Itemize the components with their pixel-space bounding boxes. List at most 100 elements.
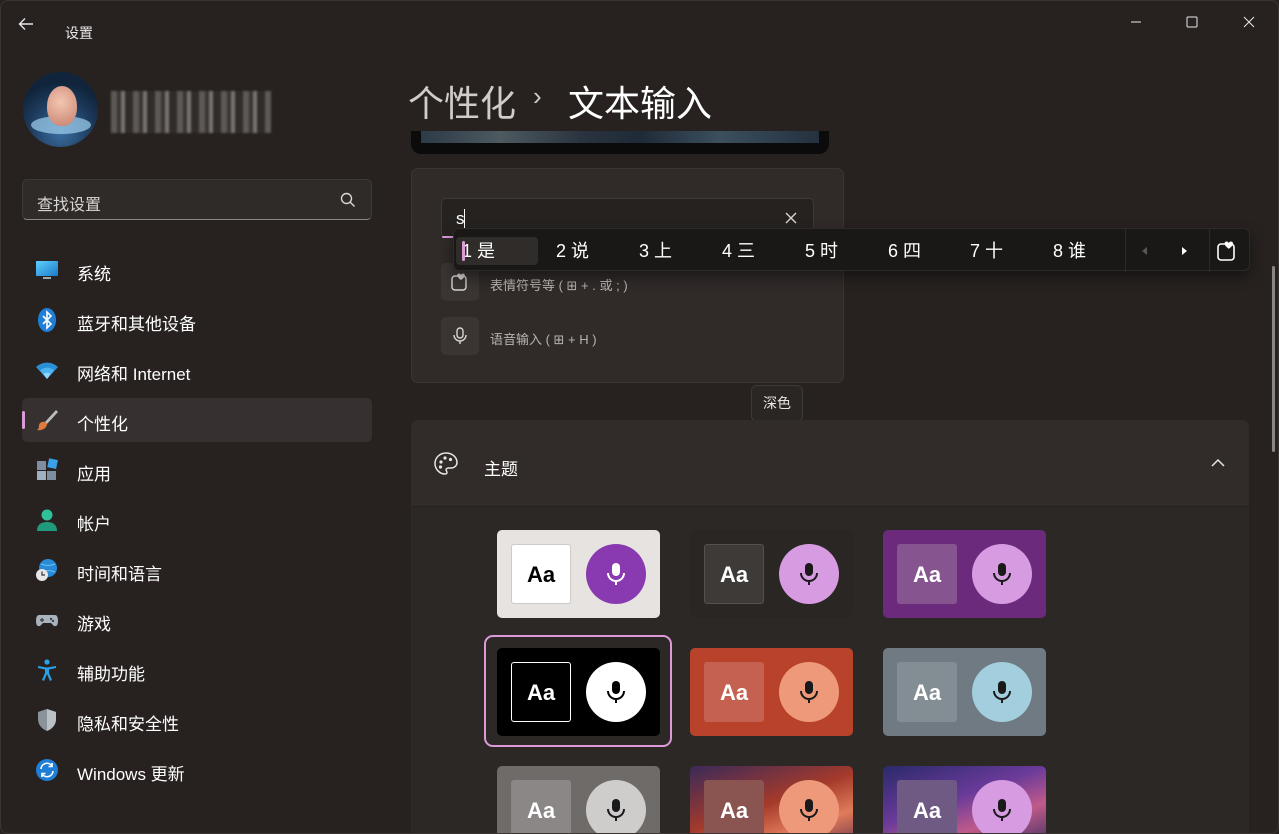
candidate-6[interactable]: 6 四 (882, 237, 921, 265)
candidate-7[interactable]: 7 十 (964, 237, 1003, 265)
theme-card[interactable]: Aa (883, 648, 1046, 736)
nav-label: 时间和语言 (77, 565, 162, 584)
candidate-1[interactable]: 1 是 (456, 237, 538, 265)
minimize-icon (1131, 21, 1141, 23)
theme-sample-text: Aa (704, 662, 764, 722)
nav-label: 系统 (77, 265, 111, 284)
caret-left-icon (1142, 247, 1147, 255)
apps-icon (37, 458, 58, 480)
nav-item-bluetooth[interactable]: 蓝牙和其他设备 (22, 298, 372, 342)
theme-mic-swatch (586, 780, 646, 833)
microphone-icon (993, 681, 1011, 703)
theme-section-label: 主题 (484, 460, 518, 479)
theme-card[interactable]: Aa (497, 648, 660, 736)
nav-item-network[interactable]: 网络和 Internet (22, 348, 372, 392)
clear-icon[interactable] (783, 210, 799, 226)
candidate-divider (1125, 229, 1126, 272)
theme-mic-swatch (586, 662, 646, 722)
user-info-redacted (111, 91, 271, 133)
microphone-icon (800, 681, 818, 703)
microphone-icon (800, 563, 818, 585)
app-title: 设置 (65, 25, 93, 41)
theme-sample-text: Aa (897, 544, 957, 604)
prev-page-button[interactable] (1135, 241, 1155, 261)
microphone-icon (993, 563, 1011, 585)
microphone-icon (607, 799, 625, 821)
theme-card[interactable]: Aa (497, 766, 660, 833)
shield-icon (38, 709, 56, 731)
preview-image (421, 131, 819, 143)
nav-item-gaming[interactable]: 游戏 (22, 598, 372, 642)
wifi-icon (36, 362, 58, 379)
next-page-button[interactable] (1174, 241, 1194, 261)
nav-item-system[interactable]: 系统 (22, 248, 372, 292)
nav-item-apps[interactable]: 应用 (22, 448, 372, 492)
search-input[interactable]: 查找设置 (22, 179, 372, 220)
brush-icon (37, 410, 58, 431)
theme-sample-text: Aa (511, 662, 571, 722)
nav-item-accessibility[interactable]: 辅助功能 (22, 648, 372, 692)
close-button[interactable] (1226, 7, 1272, 37)
nav-item-accounts[interactable]: 帐户 (22, 498, 372, 542)
back-arrow-icon (18, 18, 33, 30)
search-placeholder: 查找设置 (37, 197, 102, 214)
candidate-marker (462, 241, 465, 261)
breadcrumb-separator: › (533, 81, 542, 111)
nav-label: 应用 (77, 465, 111, 484)
candidate-2[interactable]: 2 说 (550, 237, 589, 265)
nav-item-windows-update[interactable]: Windows 更新 (22, 748, 372, 792)
microphone-icon (607, 681, 625, 703)
theme-card[interactable]: Aa (690, 648, 853, 736)
theme-mic-swatch (779, 780, 839, 833)
theme-mic-swatch (972, 544, 1032, 604)
nav-item-time-language[interactable]: 时间和语言 (22, 548, 372, 592)
maximize-button[interactable] (1169, 7, 1215, 37)
nav-item-personalization[interactable]: 个性化 (22, 398, 372, 442)
candidate-5[interactable]: 5 时 (799, 237, 838, 265)
nav-label: 隐私和安全性 (77, 715, 179, 734)
nav-label: 辅助功能 (77, 665, 145, 684)
breadcrumb-parent[interactable]: 个性化 (408, 75, 516, 127)
text-caret (464, 209, 465, 229)
microphone-icon (800, 799, 818, 821)
nav-label: 游戏 (77, 615, 111, 634)
theme-section-header[interactable]: 主题 (411, 420, 1249, 506)
ime-candidate-bar: 1 是 2 说 3 上 4 三 5 时 6 四 7 十 8 谁 (453, 228, 1250, 272)
theme-card[interactable]: Aa (883, 530, 1046, 618)
candidate-4[interactable]: 4 三 (716, 237, 755, 265)
caret-right-icon (1182, 247, 1187, 255)
theme-card[interactable]: Aa (497, 530, 660, 618)
voice-typing-button[interactable] (441, 317, 479, 355)
avatar-figure (47, 86, 77, 126)
account-icon (37, 509, 57, 531)
theme-card[interactable]: Aa (883, 766, 1046, 833)
back-button[interactable] (17, 15, 47, 45)
nav-item-privacy[interactable]: 隐私和安全性 (22, 698, 372, 742)
settings-window: 设置 查找设置 系统 蓝牙和其他设备 网络和 Internet 个性化 应用 帐… (0, 0, 1279, 834)
candidate-8[interactable]: 8 谁 (1047, 237, 1086, 265)
theme-card[interactable]: Aa (690, 766, 853, 833)
palette-icon (434, 452, 458, 475)
theme-mic-swatch (779, 662, 839, 722)
theme-card[interactable]: Aa (690, 530, 853, 618)
close-icon (1243, 16, 1255, 28)
update-icon (36, 759, 58, 781)
theme-sample-text: Aa (897, 780, 957, 833)
preview-image-strip (411, 131, 829, 154)
theme-mic-swatch (972, 662, 1032, 722)
candidate-3[interactable]: 3 上 (633, 237, 672, 265)
globe-clock-icon (36, 559, 57, 581)
nav-label: 网络和 Internet (77, 365, 191, 384)
title-bar: 设置 (1, 1, 1278, 45)
minimize-button[interactable] (1113, 7, 1159, 37)
microphone-icon (453, 327, 467, 344)
theme-sample-text: Aa (704, 780, 764, 833)
gamepad-icon (36, 615, 58, 627)
avatar[interactable] (23, 72, 98, 147)
system-icon (36, 261, 58, 279)
voice-shortcut-label: 语音输入 ( ⊞ + H ) (490, 332, 597, 347)
scrollbar[interactable] (1272, 266, 1275, 452)
emoji-heart-icon (451, 273, 467, 291)
candidate-divider (1209, 229, 1210, 272)
emoji-heart-icon[interactable] (1216, 240, 1238, 262)
